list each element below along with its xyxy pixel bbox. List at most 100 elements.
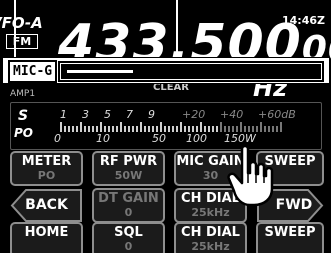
meter-segment (188, 126, 190, 132)
callout-leader-line (14, 0, 16, 58)
meter-segment (220, 122, 222, 132)
meter-segment (140, 122, 142, 132)
meter-segment (172, 126, 174, 132)
meter-segment (264, 126, 266, 132)
home-button-label: HOME (24, 225, 69, 240)
callout-leader-line (176, 0, 178, 58)
meter-bar-graph (60, 122, 310, 132)
s-scale-tick-label: +40 (220, 108, 244, 121)
meter-segment (176, 126, 178, 132)
meter-segment (68, 126, 70, 132)
back-button-label: BACK (25, 197, 68, 213)
meter-segment (212, 126, 214, 132)
meter-segment (160, 122, 162, 132)
meter-button-label: METER (21, 154, 72, 169)
home-button[interactable]: HOME (10, 222, 83, 253)
meter-segment (180, 122, 182, 132)
meter-segment (224, 126, 226, 132)
pointing-hand-icon (227, 144, 274, 207)
dt-gain-button-value: 0 (124, 206, 133, 219)
meter-segment (184, 126, 186, 132)
meter-segment (168, 126, 170, 132)
meter-button-value: PO (37, 169, 56, 182)
meter-segment (124, 126, 126, 132)
s-scale-tick-label: +20 (182, 108, 206, 121)
meter-segment (256, 126, 258, 132)
meter-segment (156, 126, 158, 132)
sweep-button-2[interactable]: SWEEP (256, 222, 324, 253)
ch-dial-button-2-value: 25kHz (191, 240, 230, 253)
sql-button-value: 0 (124, 240, 133, 253)
meter-segment (60, 122, 62, 132)
mic-gain-level-fill (67, 70, 133, 73)
mic-gain-callout-label: MIC-G (8, 60, 58, 83)
meter-segment (116, 126, 118, 132)
meter-segment (128, 126, 130, 132)
amp-label: AMP1 (10, 89, 36, 99)
rf-power-button[interactable]: RF PWR 50W (92, 151, 165, 186)
meter-segment (248, 126, 250, 132)
s-scale-tick-label: 9 (148, 108, 155, 121)
meter-segment (236, 126, 238, 132)
meter-segment (280, 122, 282, 132)
meter-segment (72, 126, 74, 132)
meter-segment (92, 126, 94, 132)
meter-segment (200, 122, 202, 132)
meter-segment (148, 126, 150, 132)
rf-power-button-label: RF PWR (99, 154, 158, 169)
meter-segment (196, 126, 198, 132)
po-scale-tick-label: 0 (54, 132, 61, 145)
mic-gain-level-bar (58, 61, 324, 82)
s-scale-tick-label: 1 (60, 108, 67, 121)
back-button[interactable]: BACK (10, 188, 83, 223)
ch-dial-button-2[interactable]: CH DIAL 25kHz (174, 222, 247, 253)
meter-segment (108, 126, 110, 132)
meter-segment (112, 126, 114, 132)
meter-segment (272, 126, 274, 132)
meter-segment (132, 126, 134, 132)
meter-segment (228, 126, 230, 132)
meter-segment (96, 126, 98, 132)
s-scale-tick-label: +60dB (258, 108, 296, 121)
meter-segment (244, 126, 246, 132)
meter-segment (216, 126, 218, 132)
meter-segment (136, 126, 138, 132)
meter-segment (88, 126, 90, 132)
rf-power-button-value: 50W (114, 169, 143, 182)
po-scale-tick-label: 50 (152, 132, 166, 145)
meter-segment (104, 126, 106, 132)
sql-button[interactable]: SQL 0 (92, 222, 165, 253)
meter-segment (192, 126, 194, 132)
s-scale-tick-label: 7 (126, 108, 133, 121)
meter-segment (100, 122, 102, 132)
meter-segment (268, 126, 270, 132)
meter-segment (80, 122, 82, 132)
meter-segment (152, 126, 154, 132)
dt-gain-button[interactable]: DT GAIN 0 (92, 188, 165, 223)
meter-po-label: PO (14, 126, 33, 140)
s-scale-tick-label: 5 (104, 108, 111, 121)
meter-segment (64, 126, 66, 132)
meter-segment (232, 126, 234, 132)
meter-segment (240, 122, 242, 132)
radio-display: VFO-A FM 14:46Z 433.50000 Hz CLEAR AMP1 … (0, 0, 331, 253)
meter-segment (208, 126, 210, 132)
meter-segment (120, 122, 122, 132)
meter-button[interactable]: METER PO (10, 151, 83, 186)
sweep-button-2-label: SWEEP (264, 225, 316, 240)
ch-dial-button-2-label: CH DIAL (181, 225, 240, 240)
meter-segment (260, 122, 262, 132)
vfo-indicator: VFO-A (0, 14, 43, 32)
s-scale-tick-label: 3 (82, 108, 89, 121)
po-scale-tick-label: 100 (186, 132, 207, 145)
meter-segment (252, 126, 254, 132)
meter-segment (84, 126, 86, 132)
meter-s-label: S (18, 108, 29, 124)
meter-segment (144, 126, 146, 132)
meter-segment (276, 126, 278, 132)
dt-gain-button-label: DT GAIN (98, 191, 159, 206)
meter-segment (204, 126, 206, 132)
mode-badge: FM (6, 34, 38, 49)
po-scale-tick-label: 10 (96, 132, 110, 145)
meter-segment (164, 126, 166, 132)
